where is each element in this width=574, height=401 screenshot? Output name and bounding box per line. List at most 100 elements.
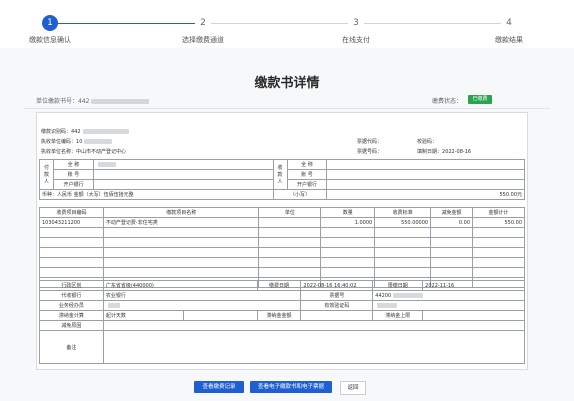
bank-value: 农业银行 xyxy=(102,290,302,301)
payer-account-label: 账 号 xyxy=(52,169,94,180)
redacted-mask xyxy=(393,292,424,298)
unit-name-label: 执收单位名称： xyxy=(41,149,77,155)
step-confirm: 1 缴款信息确认 xyxy=(5,15,95,45)
back-button[interactable]: 返回 xyxy=(340,381,366,395)
step-result: 4 缴款结果 xyxy=(464,15,554,45)
late-fee-label: 滞纳金金额 xyxy=(256,310,302,321)
payer-bank-label: 开户银行 xyxy=(52,179,94,190)
item-reduction: 0.00 xyxy=(430,217,474,228)
payee-account-label: 账 号 xyxy=(286,169,328,180)
payee-bank-label: 开户银行 xyxy=(286,179,328,190)
handler-value xyxy=(102,300,302,311)
deadline-value: 2022-11-16 xyxy=(422,280,525,291)
item-name: 不动产登记费-非住宅类 xyxy=(102,217,260,228)
payer-bank-value xyxy=(92,179,274,190)
item-standard: 550.00000 xyxy=(374,217,432,228)
payee-account-value xyxy=(326,169,525,180)
fill-date-value: 2022-08-16 xyxy=(442,149,472,155)
payee-bank-value xyxy=(326,179,525,190)
redacted-mask xyxy=(107,302,120,308)
late-days-label: 起计天数 xyxy=(102,310,184,321)
item-unit xyxy=(258,217,322,228)
step-label: 在线支付 xyxy=(342,36,370,44)
redacted-mask xyxy=(377,302,398,308)
status-badge: 已缴费 xyxy=(468,95,492,104)
status-label: 缴费状态： xyxy=(432,98,463,105)
ticket-code-value: 校验码： xyxy=(417,139,438,145)
id-label: 有效验证码 xyxy=(300,300,374,311)
fill-date-label: 填制日期： xyxy=(417,149,443,155)
step-number: 2 xyxy=(195,15,211,31)
view-e-invoice-button[interactable]: 查看电子缴款书和电子票据 xyxy=(250,381,332,393)
col-header: 减免金额 xyxy=(430,207,474,218)
late-limit-value xyxy=(422,310,525,321)
col-header: 收费标准 xyxy=(374,207,432,218)
amount-capital: 币种：人民币 金额（大写）伍佰伍拾元整 xyxy=(39,189,274,200)
remark-value xyxy=(102,330,526,364)
page-title: 缴款书详情 xyxy=(254,76,320,91)
payer-name-label: 全 称 xyxy=(52,159,94,170)
deadline-label: 限缴日期 xyxy=(372,280,424,291)
items-table: 收费项目编码 缴款项目名称 单位 数量 收费标准 减免金额 金额计计 10304… xyxy=(39,207,525,288)
region-value: 广东省省级(440000) xyxy=(102,280,258,291)
details-table: 行政区划 广东省省级(440000) 缴费日期 2022-08-16 16:40… xyxy=(39,280,526,364)
col-header: 收费项目编码 xyxy=(39,207,104,218)
step-channel: 2 选择缴费通道 xyxy=(158,15,248,45)
step-label: 缴款结果 xyxy=(495,36,523,44)
col-header: 缴款项目名称 xyxy=(102,207,260,218)
ticket-code-label: 票据代码： xyxy=(357,139,383,145)
amount-small-value: 550.00元 xyxy=(326,189,525,200)
col-header: 单位 xyxy=(258,207,322,218)
unit-code: 执收单位编码：10 xyxy=(41,138,113,145)
step-number: 3 xyxy=(348,15,364,31)
step-number: 1 xyxy=(42,15,58,31)
payer-payee-table: 付款人 全 称 收款人 全 称 账 号 账 号 开户银行 开户银行 币种：人民币 xyxy=(39,159,525,200)
id-value xyxy=(372,300,525,311)
payee-side-label: 收款人 xyxy=(272,159,288,190)
redacted-mask xyxy=(82,129,129,134)
payer-side-label: 付款人 xyxy=(39,159,54,190)
payment-detail-page: 1 缴款信息确认 2 选择缴费通道 3 在线支付 4 缴款结果 缴款书详情 单位… xyxy=(0,0,574,401)
notice-number: 缴款识别码：442 xyxy=(41,128,129,135)
notice-number-value: 442 xyxy=(71,129,81,135)
step-number: 4 xyxy=(501,15,517,31)
redacted-mask xyxy=(91,99,150,104)
progress-stepper: 1 缴款信息确认 2 选择缴费通道 3 在线支付 4 缴款结果 xyxy=(0,0,574,48)
unit-code-label: 单位缴款书号： xyxy=(36,98,79,105)
unit-code-value: 10 xyxy=(76,139,83,145)
payee-name-label: 全 称 xyxy=(286,159,328,170)
payer-account-value xyxy=(92,169,274,180)
late-fee-calc-label: 滞纳金计算 xyxy=(39,310,104,321)
unit-code-line: 单位缴款书号：442 xyxy=(36,96,150,105)
payer-name-value xyxy=(92,159,274,170)
ticket-no-value: 44200 xyxy=(372,290,525,301)
amount-small-label: （小写） xyxy=(272,189,328,200)
col-header: 数量 xyxy=(320,207,376,218)
table-row: 103043211200 不动产登记费-非住宅类 1.0000 550.0000… xyxy=(39,217,525,228)
ticket-number-label: 票据号码： xyxy=(357,149,383,155)
remark-label: 备注 xyxy=(39,330,104,364)
reduce-reason-value xyxy=(102,320,526,331)
col-header: 金额计计 xyxy=(472,207,525,218)
ticket-no-text: 44200 xyxy=(375,292,392,299)
table-row-empty xyxy=(39,237,525,248)
created-label: 缴费日期 xyxy=(256,280,302,291)
table-row-empty xyxy=(39,247,525,258)
item-quantity: 1.0000 xyxy=(320,217,376,228)
payment-notice-document: 缴款识别码：442 执收单位编码：10 执收单位名称：中山市不动产登记中心 票据… xyxy=(36,112,528,370)
unit-name: 执收单位名称：中山市不动产登记中心 xyxy=(41,148,126,155)
view-payment-records-button[interactable]: 查看缴费记录 xyxy=(194,381,244,393)
items-header-row: 收费项目编码 缴款项目名称 单位 数量 收费标准 减免金额 金额计计 xyxy=(39,207,525,218)
bank-label: 代收银行 xyxy=(39,290,104,301)
payee-name-value xyxy=(326,159,525,170)
redacted-mask xyxy=(84,139,113,144)
late-limit-label: 滞纳金上限 xyxy=(372,310,424,321)
redacted-mask xyxy=(97,161,116,167)
reduce-reason-label: 减免原因 xyxy=(39,320,104,331)
late-fee-value xyxy=(300,310,374,321)
divider xyxy=(24,108,550,109)
table-row-empty xyxy=(39,267,525,278)
created-value: 2022-08-16 16:40:02 xyxy=(300,280,374,291)
item-code: 103043211200 xyxy=(39,217,104,228)
unit-name-value: 中山市不动产登记中心 xyxy=(76,149,127,155)
